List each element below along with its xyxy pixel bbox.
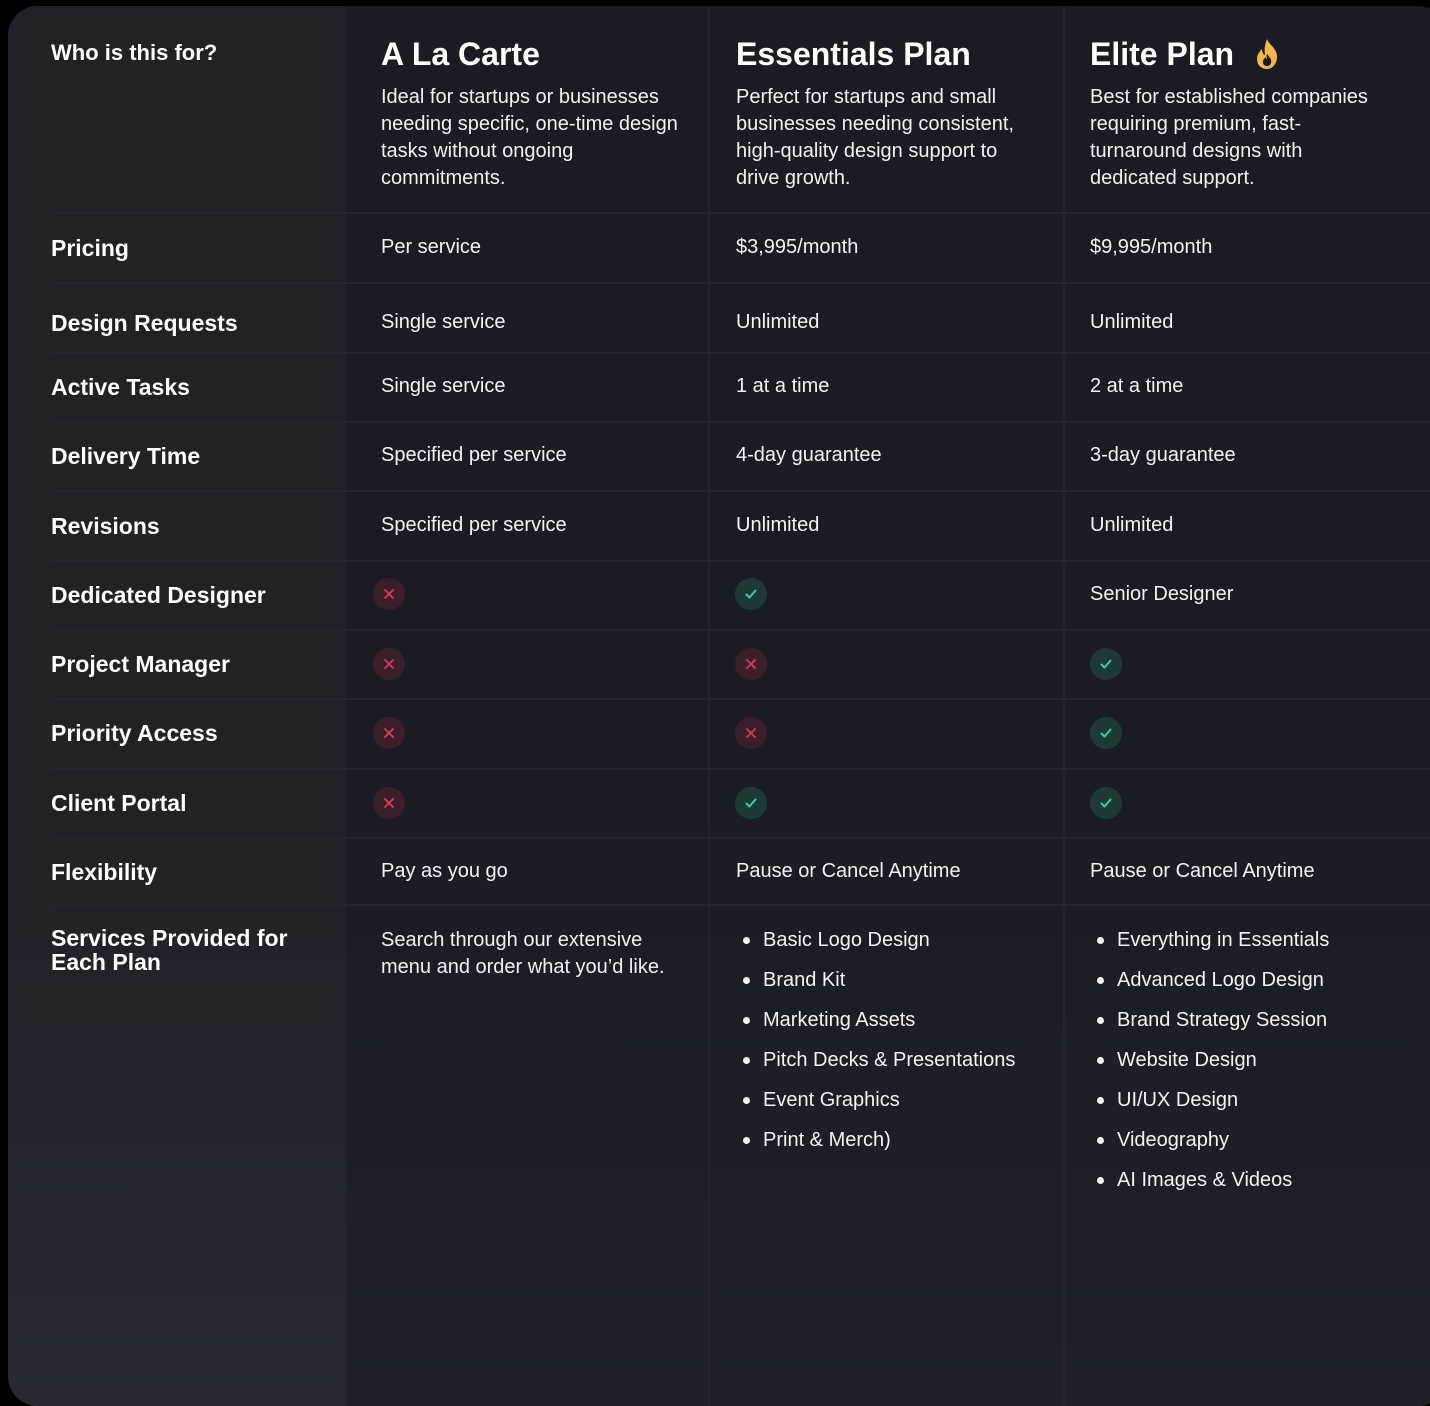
fire-icon xyxy=(1257,39,1278,69)
list-item: Basic Logo Design xyxy=(736,926,1015,966)
delivery-time-essentials: 4-day guarantee xyxy=(736,444,882,466)
plan-name-elite: Elite Plan xyxy=(1090,36,1235,72)
plan-description-essentials: Perfect for startups and small businesse… xyxy=(736,86,1014,189)
row-label-priority-access: Priority Access xyxy=(51,720,218,746)
flexibility-essentials: Pause or Cancel Anytime xyxy=(736,860,961,882)
who-is-this-for-label: Who is this for? xyxy=(51,40,218,65)
list-item: Brand Strategy Session xyxy=(1090,1006,1329,1046)
flexibility-a-la-carte: Pay as you go xyxy=(381,860,508,882)
services-elite-list: Everything in Essentials Advanced Logo D… xyxy=(1090,926,1329,1206)
check-icon xyxy=(735,787,767,819)
cross-icon xyxy=(373,717,405,749)
design-requests-elite: Unlimited xyxy=(1090,311,1174,333)
row-label-project-manager: Project Manager xyxy=(51,651,230,677)
row-label-client-portal: Client Portal xyxy=(51,790,187,816)
row-divider xyxy=(50,698,1430,700)
services-essentials-list: Basic Logo Design Brand Kit Marketing As… xyxy=(736,926,1015,1166)
active-tasks-a-la-carte: Single service xyxy=(381,375,506,397)
plan-description-a-la-carte: Ideal for startups or businesses needing… xyxy=(381,86,678,189)
row-label-flexibility: Flexibility xyxy=(51,859,158,885)
list-item: Website Design xyxy=(1090,1046,1329,1086)
design-requests-a-la-carte: Single service xyxy=(381,311,506,333)
delivery-time-elite: 3-day guarantee xyxy=(1090,444,1236,466)
list-item: UI/UX Design xyxy=(1090,1086,1329,1126)
row-label-dedicated-designer: Dedicated Designer xyxy=(51,582,266,608)
row-divider xyxy=(50,560,1430,562)
revisions-a-la-carte: Specified per service xyxy=(381,514,567,536)
cross-icon xyxy=(735,717,767,749)
services-a-la-carte: Search through our extensive menu and or… xyxy=(381,929,665,978)
row-divider xyxy=(50,352,1430,354)
row-label-revisions: Revisions xyxy=(51,513,160,539)
list-item: Marketing Assets xyxy=(736,1006,1015,1046)
list-item: AI Images & Videos xyxy=(1090,1166,1329,1206)
pricing-a-la-carte: Per service xyxy=(381,236,482,258)
row-divider xyxy=(50,629,1430,631)
cross-icon xyxy=(373,787,405,819)
row-divider xyxy=(50,904,1430,906)
row-divider xyxy=(50,421,1430,423)
list-item: Event Graphics xyxy=(736,1086,1015,1126)
flexibility-elite: Pause or Cancel Anytime xyxy=(1090,860,1315,882)
cross-icon xyxy=(373,648,405,680)
row-divider xyxy=(50,837,1430,839)
label-column-background xyxy=(8,6,346,1406)
comparison-table: Who is this for? A La Carte Ideal for st… xyxy=(8,6,1430,1406)
row-divider xyxy=(50,490,1430,492)
list-item: Everything in Essentials xyxy=(1090,926,1329,966)
revisions-essentials: Unlimited xyxy=(736,514,820,536)
column-divider xyxy=(708,6,710,1406)
list-item: Brand Kit xyxy=(736,966,1015,1006)
row-label-design-requests: Design Requests xyxy=(51,310,238,336)
delivery-time-a-la-carte: Specified per service xyxy=(381,444,567,466)
row-divider xyxy=(50,212,1430,214)
plan-name-essentials: Essentials Plan xyxy=(736,36,971,72)
list-item: Videography xyxy=(1090,1126,1329,1166)
row-label-services: Services Provided for Each Plan xyxy=(51,925,288,975)
plan-name-a-la-carte: A La Carte xyxy=(381,36,540,72)
dedicated-designer-elite: Senior Designer xyxy=(1090,583,1234,605)
pricing-elite: $9,995/month xyxy=(1090,236,1213,258)
design-requests-essentials: Unlimited xyxy=(736,311,820,333)
active-tasks-elite: 2 at a time xyxy=(1090,375,1184,397)
row-label-delivery-time: Delivery Time xyxy=(51,443,201,469)
column-divider xyxy=(1063,6,1065,1406)
cross-icon xyxy=(735,648,767,680)
row-label-active-tasks: Active Tasks xyxy=(51,374,190,400)
pricing-essentials: $3,995/month xyxy=(736,236,859,258)
check-icon xyxy=(735,578,767,610)
plan-description-elite: Best for established companies requiring… xyxy=(1090,86,1368,189)
row-divider xyxy=(50,282,1430,284)
check-icon xyxy=(1090,717,1122,749)
check-icon xyxy=(1090,648,1122,680)
row-divider xyxy=(50,768,1430,770)
row-label-pricing: Pricing xyxy=(51,235,129,261)
check-icon xyxy=(1090,787,1122,819)
list-item: Print & Merch) xyxy=(736,1126,1015,1166)
list-item: Advanced Logo Design xyxy=(1090,966,1329,1006)
list-item: Pitch Decks & Presentations xyxy=(736,1046,1015,1086)
revisions-elite: Unlimited xyxy=(1090,514,1174,536)
cross-icon xyxy=(373,578,405,610)
active-tasks-essentials: 1 at a time xyxy=(736,375,830,397)
